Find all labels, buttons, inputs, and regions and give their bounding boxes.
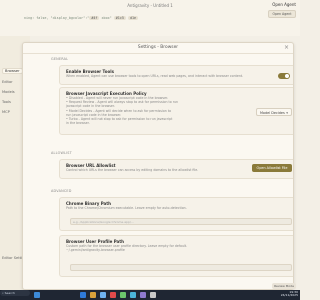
code-token-1: #4f [89, 16, 100, 20]
code-token-3: d1e [127, 16, 139, 20]
binary-path-card: Chrome Binary Path Path to the Chrome/Ch… [59, 197, 293, 231]
teal-app-icon[interactable] [130, 292, 136, 298]
modal-header: Settings - Browser × [23, 43, 293, 54]
binary-path-input[interactable]: e.g. /Applications/Google Chrome.app/... [70, 218, 292, 225]
allowlist-desc: Control which URLs the browser can acces… [66, 168, 199, 172]
modal-title: Settings - Browser [137, 45, 179, 50]
section-advanced-heading: ADVANCED [51, 189, 72, 193]
js-policy-card: Browser Javascript Execution Policy • Di… [59, 87, 293, 135]
gray-app-icon[interactable] [150, 292, 156, 298]
taskbar-search-label: Search [4, 291, 15, 295]
sidebar-item-mcp[interactable]: MCP [2, 110, 10, 114]
enable-tools-toggle[interactable] [278, 73, 290, 79]
close-icon[interactable]: × [284, 44, 289, 51]
sidebar-item-models[interactable]: Models [2, 90, 15, 94]
green-app-icon[interactable] [120, 292, 126, 298]
window-title: Antigravity - Untitled 1 [127, 3, 173, 8]
profile-path-card: Browser User Profile Path Custom path fo… [59, 235, 293, 277]
taskbar: ⌕ Search 19:30 24/11/2025 [0, 290, 300, 300]
toggle-knob [285, 74, 289, 78]
windows-start-icon[interactable] [34, 292, 40, 298]
code-token-2: #1c5 [113, 16, 126, 20]
taskbar-date: 24/11/2025 [280, 293, 298, 298]
open-agent-button[interactable]: Open Agent [268, 10, 296, 18]
right-panel-tab[interactable]: Open Agent [272, 2, 296, 7]
taskbar-search[interactable]: ⌕ Search [0, 290, 30, 296]
js-policy-selected: Model Decides [260, 111, 285, 115]
sidebar-item-editor[interactable]: Editor [2, 80, 13, 84]
browser-icon[interactable] [100, 292, 106, 298]
profile-path-desc-2: ~/.gemini/antigravity-browser-profile [66, 248, 125, 253]
sidebar-item-browser[interactable]: Browser [2, 68, 23, 74]
editor-code-line: ning: false, "display_bgcolor":" #4f xbox… [24, 16, 139, 20]
code-prefix: ning: false, "display_bgcolor":" [24, 16, 90, 20]
section-allowlist-heading: ALLOWLIST [51, 151, 72, 155]
sidebar-item-tools[interactable]: Tools [2, 100, 11, 104]
search-icon: ⌕ [2, 291, 4, 295]
open-allowlist-button[interactable]: Open Allowlist File [252, 164, 292, 172]
enable-tools-desc: When enabled, Agent can use browser tool… [66, 74, 244, 78]
review-mode-badge[interactable]: Review Mode [272, 283, 296, 289]
allowlist-card: Browser URL Allowlist Control which URLs… [59, 159, 293, 179]
app-top-bar: Antigravity - Untitled 1 ning: false, "d… [0, 0, 300, 36]
profile-path-input[interactable] [70, 264, 292, 271]
binary-path-desc: Path to the Chrome/Chromium executable. … [66, 206, 187, 210]
chevron-down-icon: ▾ [286, 111, 288, 115]
settings-modal: Settings - Browser × GENERAL Enable Brow… [22, 42, 294, 290]
folder-icon[interactable] [90, 292, 96, 298]
purple-app-icon[interactable] [140, 292, 146, 298]
taskbar-clock[interactable]: 19:30 24/11/2025 [280, 290, 298, 298]
section-general-heading: GENERAL [51, 57, 69, 61]
red-app-icon[interactable] [110, 292, 116, 298]
code-mid: xbox" [99, 16, 112, 20]
taskbar-app-icon[interactable] [80, 292, 86, 298]
js-policy-select[interactable]: Model Decides ▾ [256, 108, 292, 116]
js-policy-bullet-7: in the browser. [66, 121, 90, 126]
enable-tools-card: Enable Browser Tools When enabled, Agent… [59, 65, 293, 85]
